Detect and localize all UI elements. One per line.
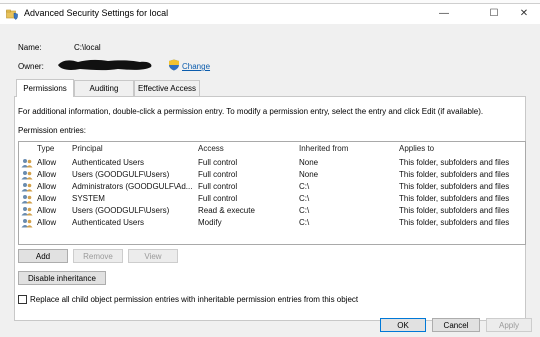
ok-button[interactable]: OK [380,318,426,332]
cell-access: Full control [198,182,238,191]
cell-applies-to: This folder, subfolders and files [399,182,510,191]
column-header-access[interactable]: Access [198,142,224,156]
table-row[interactable]: Allow Users (GOODGULF\Users) Read & exec… [19,205,525,217]
name-label: Name: [18,43,42,52]
cell-principal: Authenticated Users [72,158,145,167]
cell-applies-to: This folder, subfolders and files [399,158,510,167]
name-value: C:\local [74,43,101,52]
minimize-button[interactable]: — [428,5,460,23]
table-row[interactable]: Allow Administrators (GOODGULF\Ad... Ful… [19,181,525,193]
cell-inherited-from: C:\ [299,182,310,191]
cell-type: Allow [37,218,57,227]
column-header-principal[interactable]: Principal [72,142,103,156]
permission-entries-list[interactable]: Type Principal Access Inherited from App… [18,141,526,245]
owner-redaction [58,59,152,71]
column-header-type[interactable]: Type [37,142,54,156]
cell-applies-to: This folder, subfolders and files [399,206,510,215]
cell-type: Allow [37,206,57,215]
column-header-inherited-from[interactable]: Inherited from [299,142,348,156]
cell-inherited-from: None [299,158,319,167]
title-bar[interactable]: Advanced Security Settings for local — ☐… [0,4,540,24]
tab-effective-access[interactable]: Effective Access [134,80,200,96]
disable-inheritance-button[interactable]: Disable inheritance [18,271,106,285]
replace-child-permissions-checkbox[interactable] [18,295,27,304]
cell-applies-to: This folder, subfolders and files [399,218,510,227]
cell-principal: Authenticated Users [72,218,145,227]
users-icon [21,218,33,228]
folder-shield-icon [6,8,18,20]
users-icon [21,158,33,168]
replace-child-permissions-label[interactable]: Replace all child object permission entr… [30,295,358,304]
maximize-button[interactable]: ☐ [478,5,510,23]
column-header-applies-to[interactable]: Applies to [399,142,434,156]
cell-access: Full control [198,158,238,167]
apply-button[interactable]: Apply [486,318,532,332]
cell-inherited-from: C:\ [299,194,310,203]
add-button[interactable]: Add [18,249,68,263]
tab-permissions[interactable]: Permissions [16,79,74,97]
cell-principal: SYSTEM [72,194,105,203]
table-row[interactable]: Allow Authenticated Users Modify C:\ Thi… [19,217,525,229]
cell-applies-to: This folder, subfolders and files [399,194,510,203]
cell-access: Modify [198,218,222,227]
change-owner-link[interactable]: Change [182,62,210,71]
cell-type: Allow [37,158,57,167]
cell-type: Allow [37,170,57,179]
cell-type: Allow [37,182,57,191]
cell-inherited-from: None [299,170,319,179]
cell-access: Full control [198,170,238,179]
cell-principal: Users (GOODGULF\Users) [72,170,170,179]
instructions-text: For additional information, double-click… [18,107,484,116]
cell-access: Read & execute [198,206,255,215]
table-row[interactable]: Allow SYSTEM Full control C:\ This folde… [19,193,525,205]
table-row[interactable]: Allow Users (GOODGULF\Users) Full contro… [19,169,525,181]
cell-access: Full control [198,194,238,203]
cancel-button[interactable]: Cancel [432,318,480,332]
cell-principal: Users (GOODGULF\Users) [72,206,170,215]
advanced-security-settings-window: Advanced Security Settings for local — ☐… [0,3,540,337]
users-icon [21,206,33,216]
cell-principal: Administrators (GOODGULF\Ad... [72,182,193,191]
table-row[interactable]: Allow Authenticated Users Full control N… [19,157,525,169]
owner-label: Owner: [18,62,44,71]
cell-inherited-from: C:\ [299,206,310,215]
users-icon [21,170,33,180]
cell-type: Allow [37,194,57,203]
users-icon [21,182,33,192]
close-button[interactable]: ✕ [508,5,540,23]
cell-applies-to: This folder, subfolders and files [399,170,510,179]
window-title: Advanced Security Settings for local [24,8,169,18]
view-button[interactable]: View [128,249,178,263]
cell-inherited-from: C:\ [299,218,310,227]
remove-button[interactable]: Remove [73,249,123,263]
tab-auditing[interactable]: Auditing [74,80,134,96]
users-icon [21,194,33,204]
permission-entries-label: Permission entries: [18,126,87,135]
uac-shield-icon [168,59,180,71]
